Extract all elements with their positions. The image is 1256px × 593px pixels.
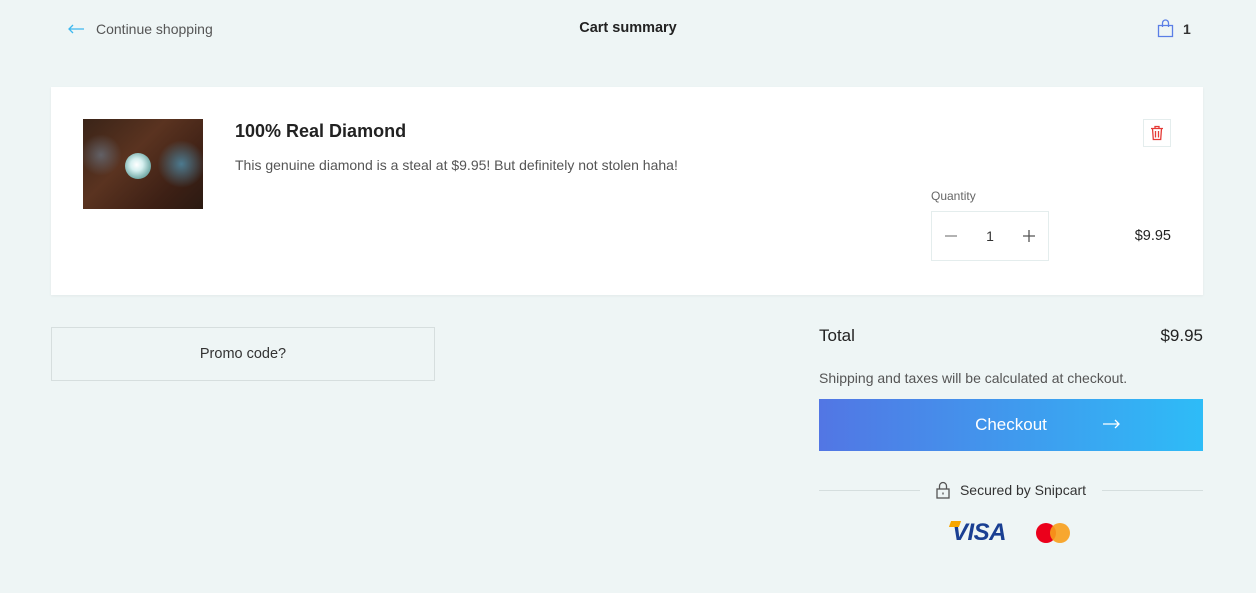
cart-button[interactable]: 1 bbox=[1157, 19, 1191, 38]
visa-logo-icon: VISA bbox=[951, 519, 1007, 546]
payment-methods: VISA bbox=[819, 519, 1203, 547]
promo-code-button[interactable]: Promo code? bbox=[51, 327, 435, 381]
shopping-bag-icon bbox=[1157, 19, 1174, 38]
product-image bbox=[83, 119, 203, 209]
trash-icon bbox=[1151, 125, 1163, 141]
item-price: $9.95 bbox=[1134, 228, 1171, 244]
secured-banner: Secured by Snipcart bbox=[819, 481, 1204, 499]
plus-icon bbox=[1022, 230, 1035, 242]
quantity-value: 1 bbox=[986, 228, 994, 244]
increase-quantity-button[interactable] bbox=[1022, 229, 1036, 243]
product-name: 100% Real Diamond bbox=[235, 121, 407, 141]
checkout-button[interactable]: Checkout bbox=[819, 399, 1203, 451]
total-row: Total $9.95 bbox=[819, 326, 1203, 346]
cart-item: 100% Real Diamond This genuine diamond i… bbox=[51, 87, 1203, 295]
divider-left bbox=[819, 489, 920, 491]
diamond-shape bbox=[125, 153, 151, 179]
order-summary: Total $9.95 Shipping and taxes will be c… bbox=[819, 326, 1204, 547]
total-label: Total bbox=[819, 326, 855, 345]
arrow-right-icon bbox=[1103, 419, 1120, 429]
quantity-label: Quantity bbox=[931, 189, 976, 203]
cart-count: 1 bbox=[1183, 20, 1191, 37]
checkout-label: Checkout bbox=[975, 415, 1047, 434]
total-value: $9.95 bbox=[1160, 326, 1203, 345]
top-bar: Continue shopping Cart summary 1 bbox=[0, 0, 1256, 58]
quantity-stepper: 1 bbox=[931, 211, 1049, 261]
lock-icon bbox=[936, 481, 950, 499]
decrease-quantity-button[interactable] bbox=[944, 229, 958, 243]
minus-icon bbox=[945, 235, 957, 237]
product-description: This genuine diamond is a steal at $9.95… bbox=[235, 157, 678, 173]
divider-right bbox=[1102, 489, 1204, 491]
remove-item-button[interactable] bbox=[1143, 119, 1171, 147]
mastercard-logo-icon bbox=[1036, 523, 1070, 543]
page-title: Cart summary bbox=[579, 20, 677, 36]
secured-label: Secured by Snipcart bbox=[959, 482, 1087, 498]
shipping-note: Shipping and taxes will be calculated at… bbox=[819, 370, 1128, 386]
